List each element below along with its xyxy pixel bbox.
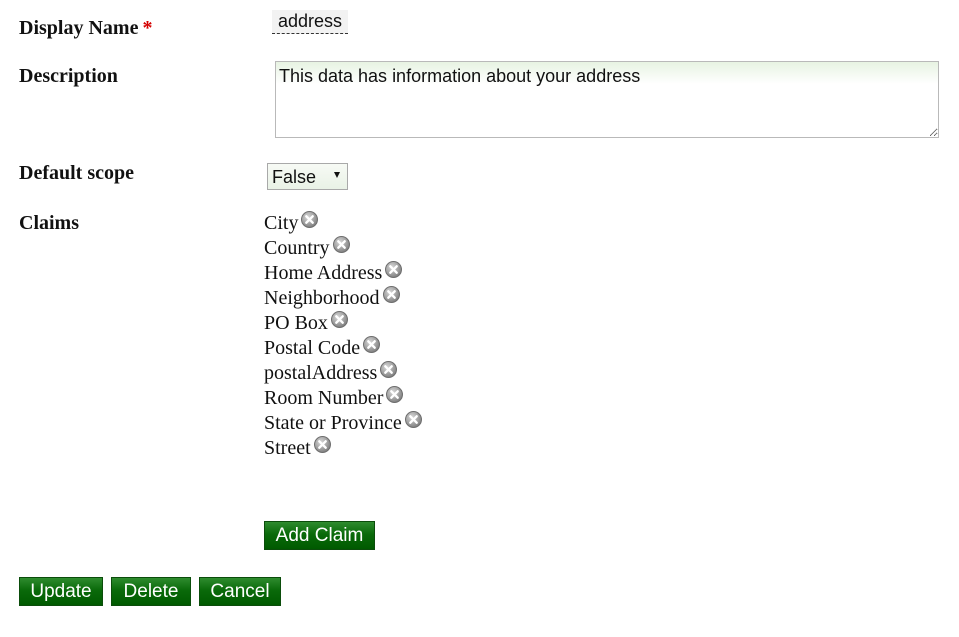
chevron-down-icon: [334, 172, 340, 178]
remove-claim-icon[interactable]: [363, 336, 381, 353]
remove-claim-icon[interactable]: [385, 261, 403, 278]
remove-claim-icon[interactable]: [404, 411, 422, 428]
description-textarea[interactable]: This data has information about your add…: [275, 61, 939, 138]
display-name-value[interactable]: address: [272, 10, 349, 34]
display-name-label: Display Name *: [19, 17, 152, 39]
claim-label: Street: [264, 437, 311, 459]
update-button[interactable]: Update: [19, 577, 103, 606]
remove-claim-icon[interactable]: [380, 361, 398, 378]
claim-label: State or Province: [264, 412, 402, 434]
claim-label: Postal Code: [264, 337, 361, 359]
claim-label: City: [264, 212, 299, 234]
claim-item: Country: [264, 236, 422, 261]
add-claim-button[interactable]: Add Claim: [264, 521, 375, 550]
claim-item: Room Number: [264, 386, 422, 411]
display-name-label-text: Display Name: [19, 17, 139, 39]
claim-label: Neighborhood: [264, 287, 380, 309]
remove-claim-icon[interactable]: [313, 436, 331, 453]
claim-label: Country: [264, 237, 330, 259]
claim-item: Postal Code: [264, 336, 422, 361]
default-scope-label: Default scope: [19, 162, 134, 184]
remove-claim-icon[interactable]: [332, 236, 350, 253]
claim-label: Room Number: [264, 387, 384, 409]
claim-label: postalAddress: [264, 362, 378, 384]
remove-claim-icon[interactable]: [301, 211, 319, 228]
default-scope-value: False: [272, 167, 317, 187]
claim-label: Home Address: [264, 262, 383, 284]
claim-item: postalAddress: [264, 361, 422, 386]
required-marker: *: [142, 17, 153, 39]
description-label: Description: [19, 65, 118, 87]
claims-label: Claims: [19, 212, 79, 234]
claim-item: Home Address: [264, 261, 422, 286]
default-scope-select[interactable]: False: [267, 163, 348, 190]
remove-claim-icon[interactable]: [382, 286, 400, 303]
cancel-button[interactable]: Cancel: [199, 577, 281, 606]
claim-item: PO Box: [264, 311, 422, 336]
claim-label: PO Box: [264, 312, 328, 334]
remove-claim-icon[interactable]: [386, 386, 404, 403]
claim-item: City: [264, 211, 422, 236]
claim-item: Neighborhood: [264, 286, 422, 311]
delete-button[interactable]: Delete: [111, 577, 191, 606]
remove-claim-icon[interactable]: [330, 311, 348, 328]
claim-item: State or Province: [264, 411, 422, 436]
claim-item: Street: [264, 436, 422, 461]
claims-list: City Country Home Address Neighborhood PO Bo…: [264, 211, 422, 461]
